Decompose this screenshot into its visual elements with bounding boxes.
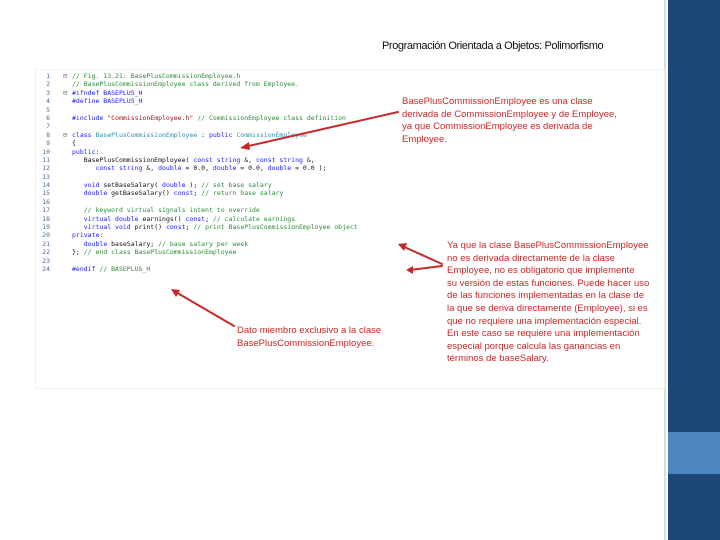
arrowhead-print — [406, 266, 413, 274]
arrow-to-earnings — [399, 244, 443, 265]
annotation-arrows — [171, 111, 443, 327]
arrowhead-class-declaration — [240, 142, 250, 150]
arrow-to-base-salary — [173, 290, 235, 327]
arrow-to-print — [409, 265, 443, 271]
arrow-to-class-declaration — [243, 111, 399, 148]
